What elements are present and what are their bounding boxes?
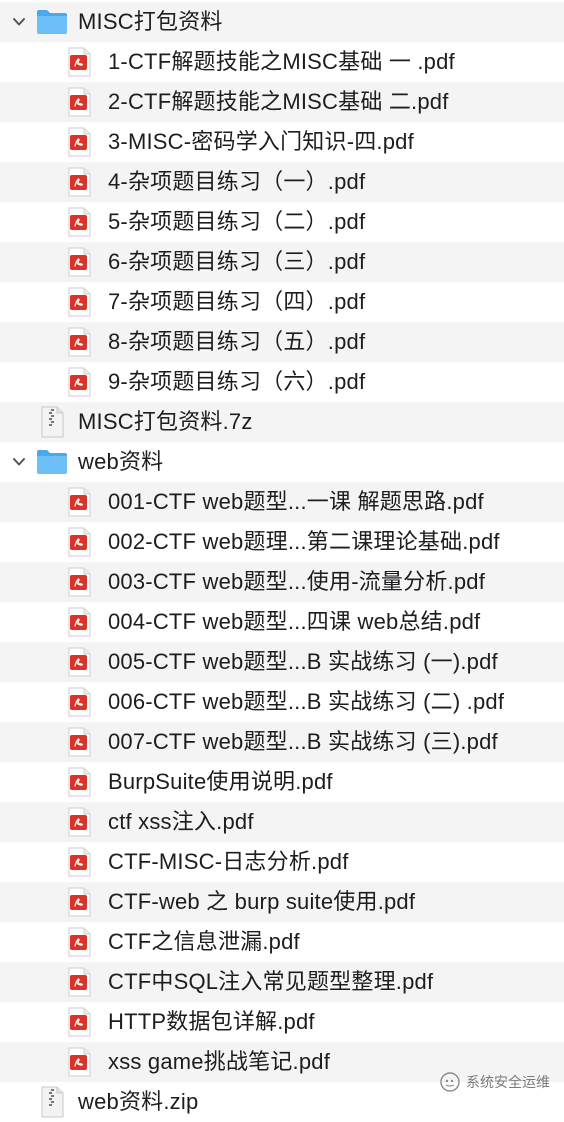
pdf-file-icon — [68, 927, 91, 957]
pdf-file-row[interactable]: CTF之信息泄漏.pdf — [0, 922, 564, 962]
file-name-label: 1-CTF解题技能之MISC基础 一 .pdf — [108, 49, 455, 74]
pdf-file-icon — [68, 167, 91, 197]
file-name-label: 001-CTF web题型...一课 解题思路.pdf — [108, 489, 484, 514]
watermark: 系统安全运维 — [440, 1070, 550, 1094]
chevron-down-icon[interactable] — [10, 13, 28, 31]
file-name-label: 2-CTF解题技能之MISC基础 二.pdf — [108, 89, 449, 114]
pdf-file-icon — [68, 247, 91, 277]
file-name-label: 004-CTF web题型...四课 web总结.pdf — [108, 609, 481, 634]
file-name-label: 003-CTF web题型...使用-流量分析.pdf — [108, 569, 486, 594]
folder-icon — [37, 10, 67, 34]
file-name-label: MISC打包资料 — [78, 9, 223, 34]
pdf-file-icon — [68, 1047, 91, 1077]
pdf-file-row[interactable]: 007-CTF web题型...B 实战练习 (三).pdf — [0, 722, 564, 762]
pdf-file-icon — [68, 47, 91, 77]
pdf-file-icon — [68, 687, 91, 717]
pdf-file-icon — [68, 767, 91, 797]
pdf-file-row[interactable]: 8-杂项题目练习（五）.pdf — [0, 322, 564, 362]
pdf-file-icon — [68, 567, 91, 597]
chevron-down-icon[interactable] — [10, 453, 28, 471]
file-name-label: web资料.zip — [78, 1089, 199, 1114]
file-name-label: BurpSuite使用说明.pdf — [108, 769, 333, 794]
pdf-file-row[interactable]: HTTP数据包详解.pdf — [0, 1002, 564, 1042]
file-name-label: xss game挑战笔记.pdf — [108, 1049, 331, 1074]
pdf-file-icon — [68, 727, 91, 757]
file-name-label: 4-杂项题目练习（一）.pdf — [108, 169, 366, 194]
pdf-file-row[interactable]: 006-CTF web题型...B 实战练习 (二) .pdf — [0, 682, 564, 722]
file-name-label: CTF-web 之 burp suite使用.pdf — [108, 889, 416, 914]
folder-icon — [37, 450, 67, 474]
file-name-label: HTTP数据包详解.pdf — [108, 1009, 315, 1034]
pdf-file-row[interactable]: 6-杂项题目练习（三）.pdf — [0, 242, 564, 282]
pdf-file-icon — [68, 367, 91, 397]
file-name-label: 6-杂项题目练习（三）.pdf — [108, 249, 366, 274]
file-name-label: 3-MISC-密码学入门知识-四.pdf — [108, 129, 414, 154]
pdf-file-icon — [68, 1007, 91, 1037]
pdf-file-icon — [68, 967, 91, 997]
file-name-label: 5-杂项题目练习（二）.pdf — [108, 209, 366, 234]
pdf-file-icon — [68, 807, 91, 837]
pdf-file-row[interactable]: 3-MISC-密码学入门知识-四.pdf — [0, 122, 564, 162]
pdf-file-icon — [68, 127, 91, 157]
pdf-file-row[interactable]: CTF中SQL注入常见题型整理.pdf — [0, 962, 564, 1002]
file-name-label: ctf xss注入.pdf — [108, 809, 254, 834]
file-name-label: 7-杂项题目练习（四）.pdf — [108, 289, 366, 314]
file-name-label: CTF-MISC-日志分析.pdf — [108, 849, 349, 874]
watermark-text: 系统安全运维 — [466, 1074, 550, 1090]
pdf-file-row[interactable]: BurpSuite使用说明.pdf — [0, 762, 564, 802]
pdf-file-row[interactable]: 005-CTF web题型...B 实战练习 (一).pdf — [0, 642, 564, 682]
file-name-label: 005-CTF web题型...B 实战练习 (一).pdf — [108, 649, 498, 674]
folder-row[interactable]: MISC打包资料 — [0, 2, 564, 42]
pdf-file-icon — [68, 607, 91, 637]
file-name-label: web资料 — [78, 449, 164, 474]
pdf-file-row[interactable]: ctf xss注入.pdf — [0, 802, 564, 842]
folder-row[interactable]: web资料 — [0, 442, 564, 482]
pdf-file-icon — [68, 287, 91, 317]
pdf-file-row[interactable]: 004-CTF web题型...四课 web总结.pdf — [0, 602, 564, 642]
file-name-label: 9-杂项题目练习（六）.pdf — [108, 369, 366, 394]
pdf-file-row[interactable]: 2-CTF解题技能之MISC基础 二.pdf — [0, 82, 564, 122]
pdf-file-row[interactable]: 4-杂项题目练习（一）.pdf — [0, 162, 564, 202]
archive-file-icon — [41, 1086, 64, 1118]
pdf-file-row[interactable]: 001-CTF web题型...一课 解题思路.pdf — [0, 482, 564, 522]
pdf-file-icon — [68, 527, 91, 557]
file-name-label: CTF之信息泄漏.pdf — [108, 929, 300, 954]
file-name-label: 002-CTF web题理...第二课理论基础.pdf — [108, 529, 500, 554]
pdf-file-icon — [68, 887, 91, 917]
pdf-file-row[interactable]: 9-杂项题目练习（六）.pdf — [0, 362, 564, 402]
pdf-file-row[interactable]: 7-杂项题目练习（四）.pdf — [0, 282, 564, 322]
file-name-label: 007-CTF web题型...B 实战练习 (三).pdf — [108, 729, 498, 754]
pdf-file-icon — [68, 87, 91, 117]
pdf-file-icon — [68, 847, 91, 877]
pdf-file-row[interactable]: CTF-MISC-日志分析.pdf — [0, 842, 564, 882]
file-name-label: 006-CTF web题型...B 实战练习 (二) .pdf — [108, 689, 505, 714]
pdf-file-icon — [68, 647, 91, 677]
file-name-label: MISC打包资料.7z — [78, 409, 253, 434]
file-name-label: CTF中SQL注入常见题型整理.pdf — [108, 969, 434, 994]
file-name-label: 8-杂项题目练习（五）.pdf — [108, 329, 366, 354]
archive-file-icon — [41, 406, 64, 438]
pdf-file-row[interactable]: CTF-web 之 burp suite使用.pdf — [0, 882, 564, 922]
pdf-file-row[interactable]: 002-CTF web题理...第二课理论基础.pdf — [0, 522, 564, 562]
pdf-file-icon — [68, 487, 91, 517]
archive-file-row[interactable]: MISC打包资料.7z — [0, 402, 564, 442]
pdf-file-icon — [68, 207, 91, 237]
pdf-file-row[interactable]: 003-CTF web题型...使用-流量分析.pdf — [0, 562, 564, 602]
pdf-file-row[interactable]: 5-杂项题目练习（二）.pdf — [0, 202, 564, 242]
pdf-file-row[interactable]: 1-CTF解题技能之MISC基础 一 .pdf — [0, 42, 564, 82]
pdf-file-icon — [68, 327, 91, 357]
wechat-icon — [440, 1072, 460, 1092]
